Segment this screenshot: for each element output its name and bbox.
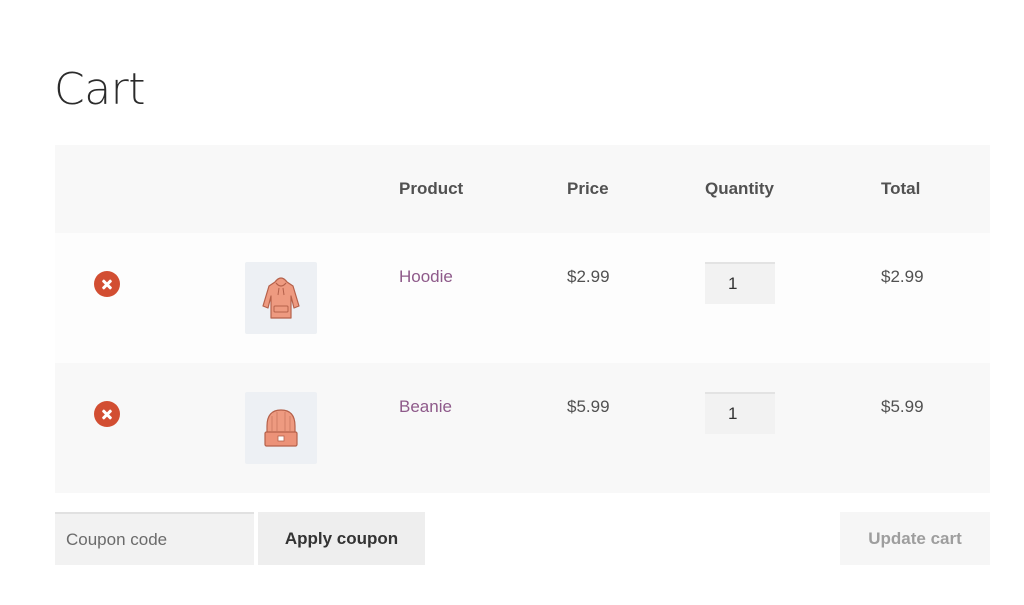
total-cell: $2.99 — [881, 233, 990, 363]
total-cell: $5.99 — [881, 363, 990, 493]
page-title: Cart — [54, 64, 146, 115]
quantity-input[interactable] — [705, 262, 775, 304]
table-row: Beanie $5.99 $5.99 — [55, 363, 990, 493]
item-total: $5.99 — [881, 397, 924, 416]
beanie-icon — [264, 409, 298, 447]
product-cell: Hoodie — [399, 233, 567, 363]
price-cell: $5.99 — [567, 363, 705, 493]
remove-item-icon[interactable] — [94, 401, 120, 427]
header-remove — [55, 145, 245, 233]
remove-cell — [55, 363, 245, 493]
item-total: $2.99 — [881, 267, 924, 286]
header-quantity: Quantity — [705, 145, 881, 233]
coupon-code-input[interactable] — [55, 512, 254, 565]
header-product: Product — [399, 145, 567, 233]
header-price: Price — [567, 145, 705, 233]
product-thumbnail[interactable] — [245, 392, 317, 464]
header-thumbnail — [245, 145, 399, 233]
header-total: Total — [881, 145, 990, 233]
item-price: $2.99 — [567, 267, 610, 286]
quantity-cell — [705, 363, 881, 493]
remove-cell — [55, 233, 245, 363]
table-header-row: Product Price Quantity Total — [55, 145, 990, 233]
apply-coupon-button[interactable]: Apply coupon — [258, 512, 425, 565]
product-link[interactable]: Beanie — [399, 397, 452, 417]
quantity-input[interactable] — [705, 392, 775, 434]
price-cell: $2.99 — [567, 233, 705, 363]
table-row: Hoodie $2.99 $2.99 — [55, 233, 990, 363]
update-cart-button[interactable]: Update cart — [840, 512, 990, 565]
cart-page: Cart Product Price Quantity Total Hoodie… — [0, 0, 1024, 605]
quantity-cell — [705, 233, 881, 363]
product-link[interactable]: Hoodie — [399, 267, 453, 287]
thumbnail-cell — [245, 233, 399, 363]
cart-table: Product Price Quantity Total Hoodie $2.9… — [55, 145, 990, 493]
product-cell: Beanie — [399, 363, 567, 493]
item-price: $5.99 — [567, 397, 610, 416]
thumbnail-cell — [245, 363, 399, 493]
product-thumbnail[interactable] — [245, 262, 317, 334]
remove-item-icon[interactable] — [94, 271, 120, 297]
hoodie-icon — [262, 277, 300, 319]
